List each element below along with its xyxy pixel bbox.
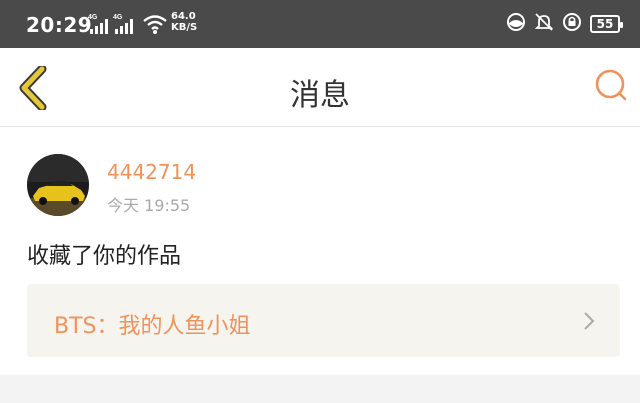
page-title: 消息 <box>290 78 350 113</box>
network-speed: 64.0 KB/S <box>171 11 197 33</box>
status-time: 20:29 <box>26 13 93 37</box>
status-bar: 20:29 4G 4G 64.0 KB/S 55 <box>0 0 640 48</box>
chevron-right-icon <box>582 310 596 332</box>
network-speed-value: 64.0 <box>171 11 196 22</box>
work-link[interactable]: BTS：我的人鱼小姐 <box>27 284 620 357</box>
data-saver-icon <box>506 12 526 36</box>
signal-icon: 4G <box>88 13 112 39</box>
username-link[interactable]: 4442714 <box>107 160 196 184</box>
mute-bell-icon <box>534 12 554 36</box>
battery-icon: 55 <box>590 15 623 33</box>
message-time: 今天 19:55 <box>107 196 191 215</box>
work-title: BTS：我的人鱼小姐 <box>54 314 251 339</box>
message-card: 4442714 今天 19:55 收藏了你的作品 BTS：我的人鱼小姐 <box>0 127 640 375</box>
search-icon[interactable] <box>594 68 630 104</box>
avatar[interactable] <box>27 154 89 216</box>
lock-rotation-icon <box>562 12 582 36</box>
action-text: 收藏了你的作品 <box>27 244 182 269</box>
svg-text:4G: 4G <box>113 14 123 21</box>
svg-text:4G: 4G <box>88 14 98 21</box>
network-speed-unit: KB/S <box>171 22 198 33</box>
wifi-icon <box>142 13 168 39</box>
nav-bar: 消息 <box>0 48 640 127</box>
signal-icon: 4G <box>113 13 137 39</box>
